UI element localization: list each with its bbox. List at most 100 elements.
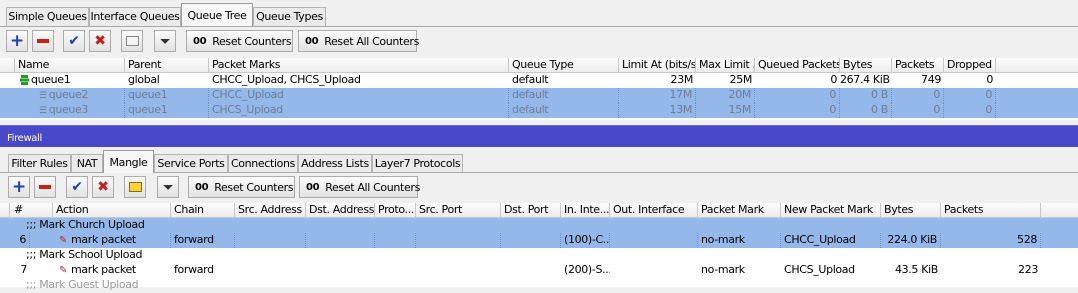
col-protocol[interactable]: Proto... [375,203,416,218]
firewall-tab-divider [0,172,1078,173]
col-chain[interactable]: Chain [171,203,235,218]
col-bytes[interactable]: Bytes [881,203,941,218]
table-row[interactable]: 7 ✎ mark packet forward (200)-S... no-mar… [0,263,1078,278]
disable-button[interactable]: ✖ [92,176,114,198]
table-row[interactable]: ☰ queue3 queue1 CHCS_Upload default 13M 1… [0,103,1078,118]
table-row[interactable]: 6 ✎ mark packet forward (100)-C... no-mar… [0,233,1078,248]
tab-connections[interactable]: Connections [228,154,298,173]
col-name[interactable]: Name [15,58,125,73]
col-out-interface[interactable]: Out. Interface [610,203,698,218]
col-queued-packets[interactable]: Queued Packets [755,58,840,73]
firewall-tabbar: Filter Rules NAT Mangle Service Ports Co… [0,150,1078,173]
dropped-cell: 0 [944,88,996,103]
tab-nat[interactable]: NAT [71,154,103,173]
parent-cell: global [128,73,160,86]
col-packet-marks[interactable]: Packet Marks [209,58,509,73]
col-number[interactable]: # [10,203,53,218]
queue-tab-divider [0,26,1078,27]
queue-type-cell: default [509,103,619,118]
col-limit-at[interactable]: Limit At (bits/s) [619,58,696,73]
rule-dst-port [501,233,561,248]
rule-bytes: 43.5 KiB [894,263,938,276]
col-queue-type[interactable]: Queue Type [509,58,619,73]
col-in-interface[interactable]: In. Inte... [561,203,610,218]
table-row[interactable]: ☰ queue2 queue1 CHCC_Upload default 17M 2… [0,88,1078,103]
rule-new-packet-mark: CHCS_Upload [784,263,855,276]
packet-marks-cell: CHCS_Upload [209,103,509,118]
comment-row[interactable]: ;;; Mark School Upload [0,248,1078,263]
comment-button[interactable] [121,30,143,52]
tab-mangle[interactable]: Mangle [103,150,154,173]
bytes-cell: 0 B [840,103,892,118]
tab-simple-queues[interactable]: Simple Queues [6,7,89,26]
comment-icon [125,36,139,46]
col-src-address[interactable]: Src. Address [235,203,306,218]
edit-icon: ✎ [59,235,68,246]
tab-layer7-protocols[interactable]: Layer7 Protocols [372,154,463,173]
col-dst-address[interactable]: Dst. Address [306,203,375,218]
disable-icon: ✖ [97,179,109,195]
tab-interface-queues[interactable]: Interface Queues [89,7,181,26]
col-bytes[interactable]: Bytes [840,58,892,73]
col-new-packet-mark[interactable]: New Packet Mark [781,203,881,218]
comment-button[interactable] [124,176,146,198]
tab-filter-rules[interactable]: Filter Rules [8,154,71,173]
col-action[interactable]: Action [53,203,171,218]
enable-button[interactable]: ✔ [63,30,85,52]
filter-button[interactable]: ⏷ [157,176,179,198]
mangle-rules-table: # Action Chain Src. Address Dst. Address… [0,203,1078,291]
comment-row[interactable]: ;;; Mark Guest Upload [0,278,1078,293]
parent-cell: queue1 [125,88,209,103]
remove-button[interactable] [34,176,56,198]
tab-queue-tree[interactable]: Queue Tree [181,3,253,26]
packets-cell: 0 [892,88,944,103]
queue-name: queue3 [48,103,89,116]
col-packets[interactable]: Packets [892,58,944,73]
col-dst-port[interactable]: Dst. Port [501,203,561,218]
queued-packets-cell: 0 [755,88,840,103]
counter-icon: 00 [306,181,320,193]
rule-packet-mark: no-mark [698,233,781,248]
disable-button[interactable]: ✖ [89,30,111,52]
filter-icon: ⏷ [163,179,173,194]
remove-button[interactable] [32,30,54,52]
col-max-limit[interactable]: Max Limit ... [696,58,755,73]
edit-icon: ✎ [59,265,68,276]
bytes-cell: 267.4 KiB [840,73,890,86]
filter-button[interactable]: ⏷ [154,30,176,52]
table-row[interactable]: queue1 global CHCC_Upload, CHCS_Upload d… [0,73,1078,88]
reset-counters-button[interactable]: 00 Reset Counters [186,30,293,52]
col-packets[interactable]: Packets [941,203,1041,218]
add-button[interactable]: + [6,30,28,52]
packets-cell: 749 [921,73,941,86]
col-dropped[interactable]: Dropped [944,58,996,73]
queued-packets-cell: 0 [755,103,840,118]
rule-chain: forward [171,233,235,248]
firewall-title-bar[interactable]: Firewall [0,125,1078,147]
rule-number: 7 [20,263,27,276]
add-button[interactable]: + [8,176,30,198]
reset-all-counters-button[interactable]: 00 Reset All Counters [298,30,419,52]
col-src-port[interactable]: Src. Port [416,203,501,218]
packets-cell: 0 [892,103,944,118]
counter-icon: 00 [193,35,207,47]
col-marker [0,58,15,73]
comment-row[interactable]: ;;; Mark Church Upload [0,218,1078,233]
col-parent[interactable]: Parent [125,58,209,73]
tab-service-ports[interactable]: Service Ports [154,154,228,173]
rule-packets: 223 [1018,263,1038,276]
queue-name-cell: ☰ queue2 [36,88,125,103]
col-marker [0,203,10,218]
tab-queue-types[interactable]: Queue Types [253,7,326,26]
rule-comment: ;;; Mark Guest Upload [26,278,139,291]
reset-counters-button[interactable]: 00 Reset Counters [188,176,295,198]
rule-dst-address [306,233,375,248]
col-packet-mark[interactable]: Packet Mark [698,203,781,218]
tab-address-lists[interactable]: Address Lists [298,154,372,173]
reset-all-counters-button[interactable]: 00 Reset All Counters [299,176,420,198]
rule-comment: ;;; Mark Church Upload [26,218,145,231]
enable-button[interactable]: ✔ [66,176,88,198]
queue-type-cell: default [512,73,549,86]
firewall-title: Firewall [7,133,42,144]
rule-packets: 528 [941,233,1041,248]
